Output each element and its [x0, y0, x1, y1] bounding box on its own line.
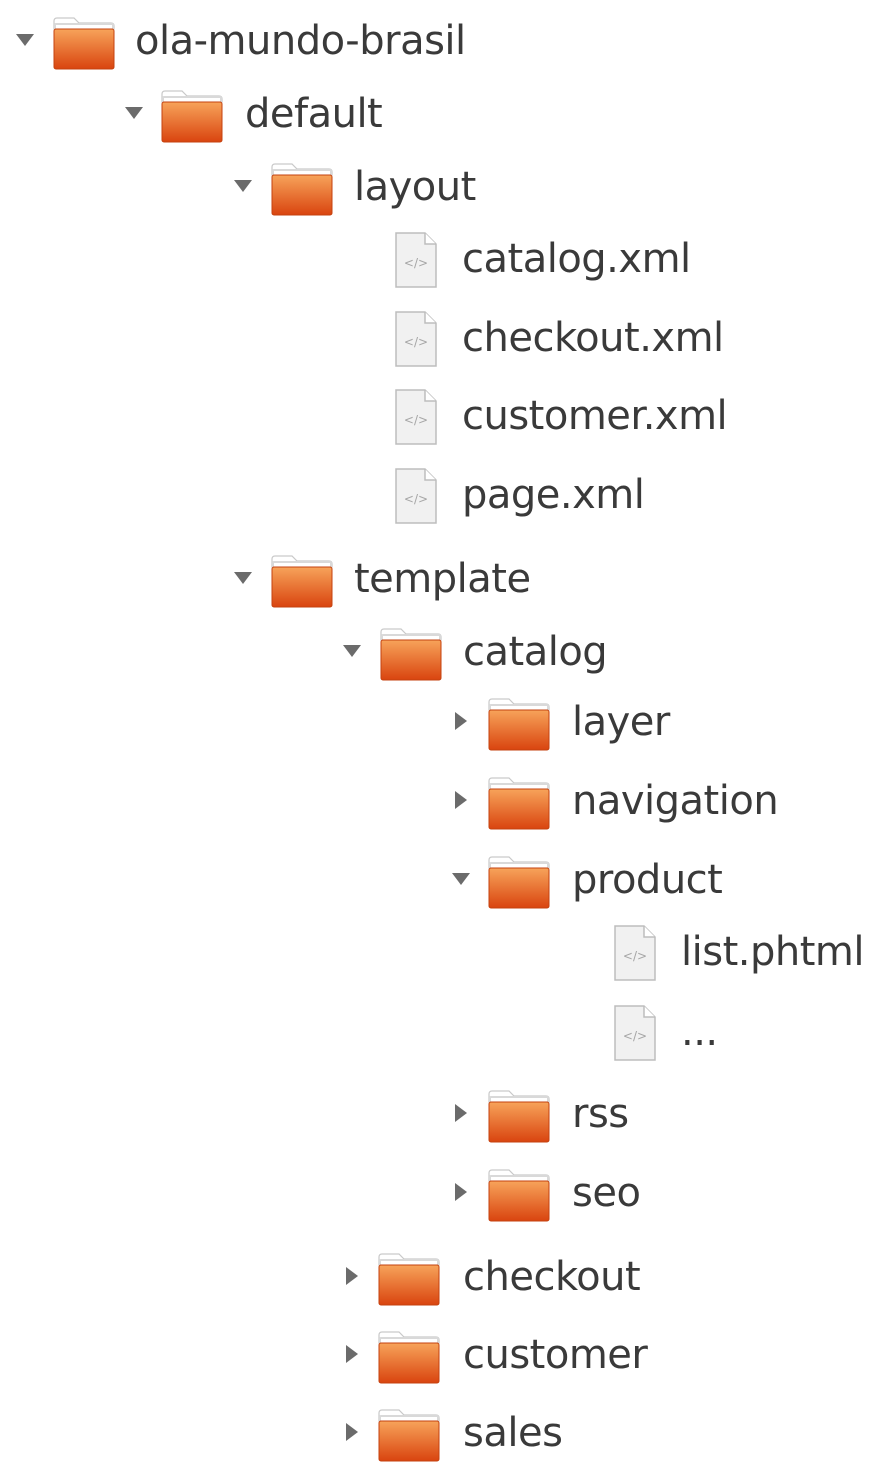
folder-icon	[487, 1167, 551, 1223]
tree-item-label: catalog.xml	[462, 236, 691, 282]
expand-arrow-down-icon[interactable]	[123, 102, 145, 124]
svg-text:</>: </>	[623, 949, 647, 963]
folder-icon	[270, 553, 334, 609]
tree-item-label: default	[245, 91, 383, 137]
tree-item-label: navigation	[572, 778, 779, 824]
tree-item-label: ola-mundo-brasil	[135, 18, 466, 64]
tree-row-navigation[interactable]: navigation	[0, 769, 893, 839]
tree-row-customer-xml[interactable]: </> customer.xml	[0, 382, 893, 452]
tree-item-label: list.phtml	[681, 929, 864, 975]
folder-icon	[487, 696, 551, 752]
xml-file-icon: </>	[393, 310, 439, 368]
tree-item-label: checkout	[463, 1254, 641, 1300]
tree-item-label: layer	[572, 699, 670, 745]
tree-item-label: layout	[354, 164, 476, 210]
file-icon: </>	[612, 1004, 658, 1062]
svg-text:</>: </>	[404, 256, 428, 270]
tree-item-label: catalog	[463, 629, 608, 675]
tree-item-label: page.xml	[462, 472, 645, 518]
xml-file-icon: </>	[393, 231, 439, 289]
tree-row-rss[interactable]: rss	[0, 1082, 893, 1152]
expand-arrow-down-icon[interactable]	[341, 640, 363, 662]
expand-arrow-down-icon[interactable]	[232, 175, 254, 197]
svg-text:</>: </>	[404, 335, 428, 349]
tree-row-page-xml[interactable]: </> page.xml	[0, 461, 893, 531]
tree-row-sales[interactable]: sales	[0, 1401, 893, 1462]
phtml-file-icon: </>	[612, 924, 658, 982]
tree-row-product[interactable]: product	[0, 848, 893, 918]
expand-arrow-right-icon[interactable]	[341, 1265, 363, 1287]
expand-arrow-right-icon[interactable]	[450, 1102, 472, 1124]
tree-row-catalog-xml[interactable]: </> catalog.xml	[0, 225, 893, 295]
tree-row-catalog[interactable]: catalog	[0, 618, 893, 688]
tree-row-checkout[interactable]: checkout	[0, 1245, 893, 1315]
tree-row-list-phtml[interactable]: </> list.phtml	[0, 918, 893, 988]
tree-row-ellipsis[interactable]: </> ...	[0, 998, 893, 1068]
folder-icon	[487, 1088, 551, 1144]
tree-row-customer[interactable]: customer	[0, 1323, 893, 1393]
folder-icon	[377, 1251, 441, 1307]
tree-row-default[interactable]: default	[0, 80, 893, 150]
expand-arrow-down-icon[interactable]	[232, 567, 254, 589]
tree-item-label: checkout.xml	[462, 315, 724, 361]
tree-row-seo[interactable]: seo	[0, 1161, 893, 1231]
expand-arrow-right-icon[interactable]	[450, 710, 472, 732]
tree-row-ola-mundo-brasil[interactable]: ola-mundo-brasil	[0, 5, 893, 75]
tree-row-checkout-xml[interactable]: </> checkout.xml	[0, 304, 893, 374]
tree-item-label: sales	[463, 1410, 563, 1456]
tree-item-label: customer.xml	[462, 393, 728, 439]
tree-item-label: customer	[463, 1332, 648, 1378]
tree-item-label: product	[572, 857, 723, 903]
svg-text:</>: </>	[404, 492, 428, 506]
expand-arrow-right-icon[interactable]	[341, 1343, 363, 1365]
folder-icon	[487, 854, 551, 910]
svg-text:</>: </>	[404, 413, 428, 427]
tree-item-label: ...	[681, 1009, 718, 1055]
tree-item-label: seo	[572, 1170, 641, 1216]
folder-icon	[270, 161, 334, 217]
folder-icon	[52, 15, 116, 71]
tree-row-template[interactable]: template	[0, 545, 893, 615]
file-tree: ola-mundo-brasil default layout </> cata…	[0, 0, 893, 1462]
expand-arrow-down-icon[interactable]	[450, 868, 472, 890]
folder-icon	[379, 626, 443, 682]
expand-arrow-right-icon[interactable]	[450, 1181, 472, 1203]
expand-arrow-right-icon[interactable]	[450, 789, 472, 811]
tree-item-label: template	[354, 556, 531, 602]
tree-row-layer[interactable]: layer	[0, 690, 893, 760]
folder-icon	[487, 775, 551, 831]
folder-icon	[377, 1407, 441, 1463]
xml-file-icon: </>	[393, 467, 439, 525]
expand-arrow-down-icon[interactable]	[14, 29, 36, 51]
xml-file-icon: </>	[393, 388, 439, 446]
tree-item-label: rss	[572, 1091, 629, 1137]
tree-row-layout[interactable]: layout	[0, 153, 893, 223]
expand-arrow-right-icon[interactable]	[341, 1421, 363, 1443]
folder-icon	[377, 1329, 441, 1385]
svg-text:</>: </>	[623, 1029, 647, 1043]
folder-icon	[160, 88, 224, 144]
